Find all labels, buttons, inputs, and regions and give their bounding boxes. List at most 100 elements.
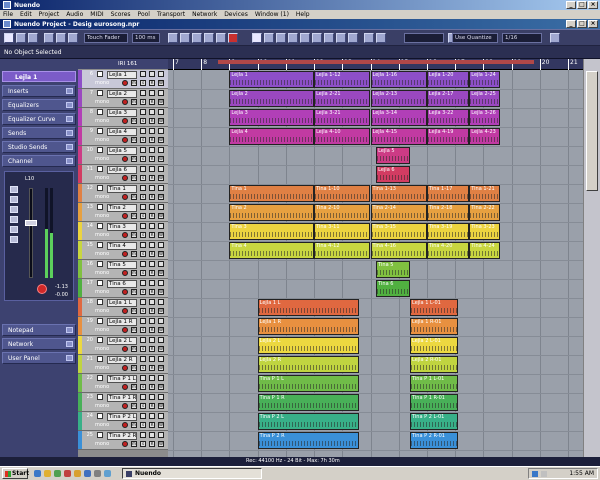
- track-read-button[interactable]: R: [149, 251, 155, 257]
- track-mute-button[interactable]: m: [131, 384, 137, 390]
- cycle-range-marker[interactable]: [218, 60, 534, 64]
- menu-project[interactable]: Project: [39, 11, 60, 18]
- play-button[interactable]: [216, 33, 226, 43]
- section-toggle-icon[interactable]: [66, 144, 73, 150]
- track-edit-icon[interactable]: [158, 204, 164, 210]
- track-record-button[interactable]: [122, 99, 128, 105]
- track-read-button[interactable]: R: [149, 289, 155, 295]
- menu-devices[interactable]: Devices: [224, 11, 248, 18]
- audio-event[interactable]: Tina 2-18: [426, 204, 470, 221]
- track-row[interactable]: 7 Lejla 2 mono m s R W: [78, 89, 168, 108]
- range-tool[interactable]: [264, 33, 274, 43]
- track-edit-icon[interactable]: [158, 166, 164, 172]
- track-solo-button[interactable]: s: [140, 99, 146, 105]
- track-name-field[interactable]: Lejla 2 R: [107, 356, 137, 364]
- inspector-section-notepad[interactable]: Notepad: [2, 324, 76, 336]
- track-monitor-icon[interactable]: [140, 318, 146, 324]
- track-lock-icon[interactable]: [149, 223, 155, 229]
- audio-event[interactable]: Lejla 2-25: [469, 90, 501, 107]
- track-edit-icon[interactable]: [158, 185, 164, 191]
- track-enable-checkbox[interactable]: [97, 147, 103, 153]
- audio-event[interactable]: Lejla 1 R-01: [410, 318, 458, 335]
- track-lock-icon[interactable]: [149, 413, 155, 419]
- track-write-button[interactable]: W: [158, 118, 164, 124]
- erase-tool[interactable]: [300, 33, 310, 43]
- minimize-button[interactable]: _: [566, 1, 576, 9]
- track-read-button[interactable]: R: [149, 80, 155, 86]
- audio-event[interactable]: Tina 4: [229, 242, 315, 259]
- object-select-tool[interactable]: [252, 33, 262, 43]
- glue-tool[interactable]: [288, 33, 298, 43]
- track-monitor-icon[interactable]: [140, 128, 146, 134]
- record-button[interactable]: [228, 33, 238, 43]
- folder-icon[interactable]: [44, 470, 51, 477]
- track-read-button[interactable]: R: [149, 137, 155, 143]
- zoom-tool[interactable]: [312, 33, 322, 43]
- track-row[interactable]: 19 Lejla 1 R mono m s R W: [78, 317, 168, 336]
- track-solo-button[interactable]: s: [140, 365, 146, 371]
- menu-help[interactable]: Help: [296, 11, 310, 18]
- track-mute-button[interactable]: m: [131, 175, 137, 181]
- track-enable-checkbox[interactable]: [97, 432, 103, 438]
- track-write-button[interactable]: W: [158, 365, 164, 371]
- track-mute-button[interactable]: m: [131, 270, 137, 276]
- audio-event[interactable]: Lejla 4: [229, 128, 315, 145]
- track-enable-checkbox[interactable]: [97, 204, 103, 210]
- track-solo-button[interactable]: s: [140, 194, 146, 200]
- desktop-icon[interactable]: [84, 470, 91, 477]
- forward-button[interactable]: [180, 33, 190, 43]
- track-edit-icon[interactable]: [158, 261, 164, 267]
- track-enable-checkbox[interactable]: [97, 128, 103, 134]
- track-write-button[interactable]: W: [158, 270, 164, 276]
- quicklaunch-icon[interactable]: [64, 470, 71, 477]
- track-monitor-icon[interactable]: [140, 432, 146, 438]
- channel-mute-button[interactable]: [10, 186, 18, 193]
- color-select-button[interactable]: [550, 33, 560, 43]
- track-edit-icon[interactable]: [158, 128, 164, 134]
- track-row[interactable]: 12 Tina 1 mono m s R W: [78, 184, 168, 203]
- event-display[interactable]: Lejla 1 Lejla 1-12 Lejla 1-16 Lejla 1-20 Lej…: [168, 70, 583, 457]
- track-solo-button[interactable]: s: [140, 403, 146, 409]
- track-monitor-icon[interactable]: [140, 166, 146, 172]
- audio-event[interactable]: Lejla 3-14: [370, 109, 427, 126]
- track-lock-icon[interactable]: [149, 432, 155, 438]
- track-read-button[interactable]: R: [149, 213, 155, 219]
- track-edit-icon[interactable]: [158, 318, 164, 324]
- taskbar-nuendo-button[interactable]: Nuendo: [122, 468, 262, 479]
- scroll-thumb[interactable]: [586, 71, 598, 191]
- track-read-button[interactable]: R: [149, 156, 155, 162]
- track-lock-icon[interactable]: [149, 185, 155, 191]
- audio-event[interactable]: Lejla 4-23: [469, 128, 501, 145]
- track-lock-icon[interactable]: [149, 299, 155, 305]
- audio-event[interactable]: Lejla 2 R-01: [410, 356, 458, 373]
- audio-event[interactable]: Tina P 2 L: [257, 413, 360, 430]
- track-mute-button[interactable]: m: [131, 213, 137, 219]
- audio-event[interactable]: Tina 2: [229, 204, 315, 221]
- track-read-button[interactable]: R: [149, 403, 155, 409]
- snap-button[interactable]: [376, 33, 386, 43]
- track-name-field[interactable]: Lejla 4: [107, 128, 137, 136]
- project-titlebar[interactable]: Nuendo Project - Desig eurosong.npr _ □ …: [0, 19, 600, 29]
- track-row[interactable]: 9 Lejla 4 mono m s R W: [78, 127, 168, 146]
- track-lock-icon[interactable]: [149, 337, 155, 343]
- track-mute-button[interactable]: m: [131, 422, 137, 428]
- track-read-button[interactable]: R: [149, 346, 155, 352]
- fader-cap[interactable]: [25, 220, 37, 226]
- audio-event[interactable]: Lejla 1: [229, 71, 315, 88]
- track-write-button[interactable]: W: [158, 251, 164, 257]
- track-write-button[interactable]: W: [158, 384, 164, 390]
- inspector-section-inserts[interactable]: Inserts: [2, 85, 76, 97]
- track-mute-button[interactable]: m: [131, 308, 137, 314]
- track-read-button[interactable]: R: [149, 384, 155, 390]
- audio-event[interactable]: Lejla 4-10: [314, 128, 371, 145]
- track-name-field[interactable]: Lejla 3: [107, 109, 137, 117]
- track-read-button[interactable]: R: [149, 270, 155, 276]
- track-name-field[interactable]: Tina 3: [107, 223, 137, 231]
- track-name-field[interactable]: Lejla 2 L: [107, 337, 137, 345]
- track-lock-icon[interactable]: [149, 109, 155, 115]
- track-lock-icon[interactable]: [149, 166, 155, 172]
- audio-event[interactable]: Tina 1-17: [426, 185, 470, 202]
- audio-event[interactable]: Tina P 1 R-01: [410, 394, 458, 411]
- menu-audio[interactable]: Audio: [66, 11, 83, 18]
- mute-tool[interactable]: [324, 33, 334, 43]
